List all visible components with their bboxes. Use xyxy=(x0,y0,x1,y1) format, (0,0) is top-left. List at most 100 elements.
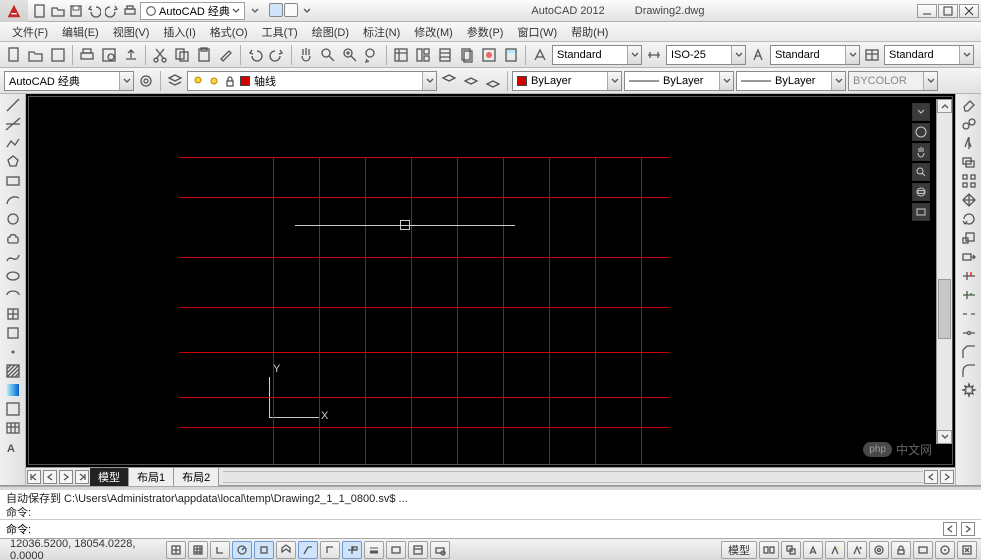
scroll-thumb[interactable] xyxy=(938,279,951,339)
scale-tool[interactable] xyxy=(959,229,979,247)
chamfer-tool[interactable] xyxy=(959,343,979,361)
text-style-icon[interactable] xyxy=(748,45,768,65)
array-tool[interactable] xyxy=(959,172,979,190)
menu-draw[interactable]: 绘图(D) xyxy=(306,23,355,41)
print-button[interactable] xyxy=(77,45,97,65)
drawing-canvas[interactable]: X Y php xyxy=(28,96,953,465)
lwt-toggle[interactable] xyxy=(364,541,384,559)
menu-dim[interactable]: 标注(N) xyxy=(357,23,406,41)
clean-screen-icon[interactable] xyxy=(957,541,977,559)
save-icon[interactable] xyxy=(68,3,84,19)
tpy-toggle[interactable] xyxy=(386,541,406,559)
nav-zoom-icon[interactable] xyxy=(912,163,930,181)
move-tool[interactable] xyxy=(959,191,979,209)
menu-window[interactable]: 窗口(W) xyxy=(511,23,563,41)
grid-box-1-icon[interactable] xyxy=(269,3,283,17)
polyline-tool[interactable] xyxy=(3,134,23,152)
hardware-accel-icon[interactable] xyxy=(913,541,933,559)
sheetset-button[interactable] xyxy=(457,45,477,65)
circle-tool[interactable] xyxy=(3,210,23,228)
nav-showmotion-icon[interactable] xyxy=(912,203,930,221)
line-tool[interactable] xyxy=(3,96,23,114)
new-button[interactable] xyxy=(4,45,24,65)
polygon-tool[interactable] xyxy=(3,153,23,171)
ellipse-arc-tool[interactable] xyxy=(3,286,23,304)
hatch-tool[interactable] xyxy=(3,362,23,380)
properties-button[interactable] xyxy=(391,45,411,65)
dyn-toggle[interactable] xyxy=(342,541,362,559)
redo-icon[interactable] xyxy=(104,3,120,19)
trim-tool[interactable] xyxy=(959,267,979,285)
lineweight-combo[interactable]: ByLayer xyxy=(736,71,846,91)
menu-file[interactable]: 文件(F) xyxy=(6,23,54,41)
workspace-combo[interactable]: AutoCAD 经典 xyxy=(140,2,245,20)
nav-pan-icon[interactable] xyxy=(912,143,930,161)
menu-insert[interactable]: 插入(I) xyxy=(157,23,201,41)
qat-more-icon[interactable] xyxy=(247,3,263,19)
layer-match-button[interactable] xyxy=(461,71,481,91)
annovis-icon[interactable] xyxy=(825,541,845,559)
toolpalette-button[interactable] xyxy=(435,45,455,65)
grid-toggle[interactable] xyxy=(188,541,208,559)
design-center-button[interactable] xyxy=(413,45,433,65)
cmd-scroll-right-icon[interactable] xyxy=(961,522,975,536)
snap-toggle[interactable] xyxy=(166,541,186,559)
layer-iso-button[interactable] xyxy=(439,71,459,91)
tab-first-icon[interactable] xyxy=(27,470,41,484)
sc-toggle[interactable] xyxy=(430,541,450,559)
quickview-drawings-icon[interactable] xyxy=(781,541,801,559)
layer-combo[interactable]: 轴线 xyxy=(187,71,437,91)
maximize-icon[interactable] xyxy=(938,4,958,18)
menu-edit[interactable]: 编辑(E) xyxy=(56,23,105,41)
point-tool[interactable] xyxy=(3,343,23,361)
3dosnap-toggle[interactable] xyxy=(276,541,296,559)
break-tool[interactable] xyxy=(959,305,979,323)
nav-caret-icon[interactable] xyxy=(912,103,930,121)
tab-model[interactable]: 模型 xyxy=(90,468,129,486)
scroll-down-icon[interactable] xyxy=(937,430,952,444)
fillet-tool[interactable] xyxy=(959,362,979,380)
layer-props-button[interactable] xyxy=(165,71,185,91)
menu-view[interactable]: 视图(V) xyxy=(107,23,156,41)
ellipse-tool[interactable] xyxy=(3,267,23,285)
ws-settings-icon[interactable] xyxy=(136,71,156,91)
mirror-tool[interactable] xyxy=(959,134,979,152)
tab-layout2[interactable]: 布局2 xyxy=(174,468,219,486)
copy-button[interactable] xyxy=(172,45,192,65)
table-style-combo[interactable]: Standard xyxy=(884,45,974,65)
matchprop-button[interactable] xyxy=(216,45,236,65)
revcloud-tool[interactable] xyxy=(3,229,23,247)
nav-wheel-icon[interactable] xyxy=(912,123,930,141)
rotate-tool[interactable] xyxy=(959,210,979,228)
cut-button[interactable] xyxy=(150,45,170,65)
hscroll-left-icon[interactable] xyxy=(924,470,938,484)
save-button[interactable] xyxy=(48,45,68,65)
dim-style-icon[interactable] xyxy=(644,45,664,65)
nav-orbit-icon[interactable] xyxy=(912,183,930,201)
open-button[interactable] xyxy=(26,45,46,65)
table-style-icon[interactable] xyxy=(862,45,882,65)
app-logo[interactable] xyxy=(0,0,28,22)
toolbar-lock-icon[interactable] xyxy=(891,541,911,559)
make-block-tool[interactable] xyxy=(3,324,23,342)
zoom-window-button[interactable] xyxy=(340,45,360,65)
publish-button[interactable] xyxy=(121,45,141,65)
extend-tool[interactable] xyxy=(959,286,979,304)
markup-button[interactable] xyxy=(479,45,499,65)
model-space-button[interactable]: 模型 xyxy=(721,541,757,559)
zoom-previous-button[interactable] xyxy=(362,45,382,65)
join-tool[interactable] xyxy=(959,324,979,342)
close-icon[interactable] xyxy=(959,4,979,18)
menu-format[interactable]: 格式(O) xyxy=(204,23,254,41)
osnap-toggle[interactable] xyxy=(254,541,274,559)
tab-layout1[interactable]: 布局1 xyxy=(129,468,174,486)
quickview-layouts-icon[interactable] xyxy=(759,541,779,559)
vertical-scrollbar[interactable] xyxy=(936,99,952,444)
new-icon[interactable] xyxy=(32,3,48,19)
layer-prev-button[interactable] xyxy=(483,71,503,91)
annoscale-icon[interactable] xyxy=(803,541,823,559)
dim-style-combo[interactable]: ISO-25 xyxy=(666,45,746,65)
minimize-icon[interactable] xyxy=(917,4,937,18)
gradient-tool[interactable] xyxy=(3,381,23,399)
plotstyle-combo[interactable]: BYCOLOR xyxy=(848,71,938,91)
